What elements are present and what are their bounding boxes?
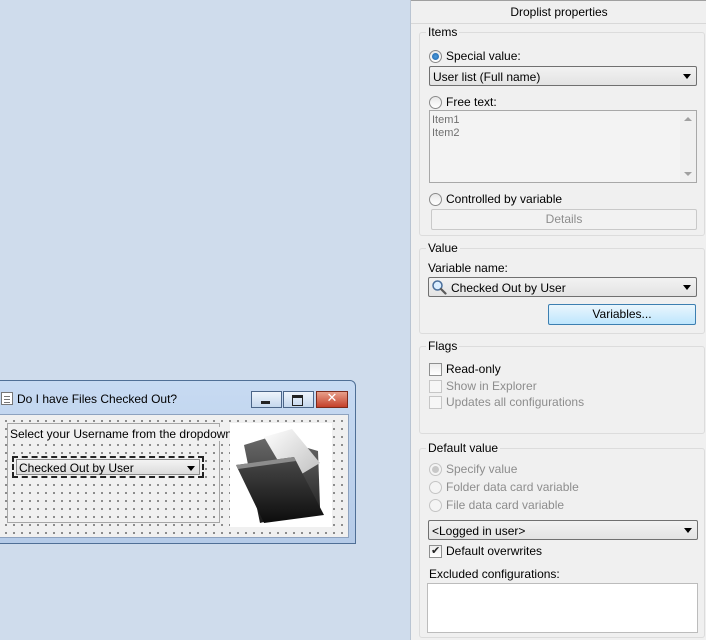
value-group-legend: Value xyxy=(426,241,460,255)
chevron-down-icon xyxy=(683,285,691,290)
updates-all-label[interactable]: Updates all configurations xyxy=(446,395,584,409)
items-group-legend: Items xyxy=(426,25,460,39)
dialog-preview-window: Do I have Files Checked Out? ✕ Select yo… xyxy=(0,380,356,544)
free-text-line-2: Item2 xyxy=(432,127,460,139)
special-value-radio[interactable] xyxy=(429,50,442,63)
panel-title: Droplist properties xyxy=(411,0,706,24)
special-value-dropdown[interactable]: User list (Full name) xyxy=(429,66,697,86)
excluded-configurations-list[interactable] xyxy=(427,583,698,633)
updates-all-checkbox[interactable] xyxy=(429,396,442,409)
controlled-by-variable-radio[interactable] xyxy=(429,193,442,206)
default-overwrites-label[interactable]: Default overwrites xyxy=(446,544,542,558)
items-group: Items Special value: User list (Full nam… xyxy=(419,25,705,236)
free-text-line-1: Item1 xyxy=(432,114,460,126)
special-value-selected: User list (Full name) xyxy=(433,70,541,84)
designer-droplist-box: Checked Out by User xyxy=(16,459,200,475)
maximize-button[interactable] xyxy=(283,391,314,408)
minimize-button[interactable] xyxy=(251,391,282,408)
variable-name-label: Variable name: xyxy=(428,261,508,275)
magnifier-icon xyxy=(432,280,447,295)
properties-panel: Droplist properties Items Special value:… xyxy=(410,0,706,640)
show-in-explorer-checkbox[interactable] xyxy=(429,380,442,393)
folder-variable-label[interactable]: Folder data card variable xyxy=(446,480,579,494)
special-value-label[interactable]: Special value: xyxy=(446,49,521,63)
controlled-by-variable-label[interactable]: Controlled by variable xyxy=(446,192,562,206)
file-variable-radio[interactable] xyxy=(429,499,442,512)
dialog-design-surface[interactable]: Select your Username from the dropdown: … xyxy=(0,414,349,538)
default-value-group: Default value Specify value Folder data … xyxy=(419,441,705,638)
free-text-label[interactable]: Free text: xyxy=(446,95,497,109)
variable-name-selected: Checked Out by User xyxy=(451,281,566,295)
flags-group-legend: Flags xyxy=(426,339,460,353)
folder-icon xyxy=(236,429,324,523)
folder-image[interactable] xyxy=(230,423,332,527)
dialog-title: Do I have Files Checked Out? xyxy=(17,392,178,406)
value-group: Value Variable name: Checked Out by User… xyxy=(419,241,705,334)
variable-name-dropdown[interactable]: Checked Out by User xyxy=(428,277,697,297)
free-text-radio[interactable] xyxy=(429,96,442,109)
free-text-scrollbar[interactable] xyxy=(680,111,696,182)
close-icon: ✕ xyxy=(326,391,338,406)
chevron-down-icon xyxy=(187,466,195,471)
flags-group: Flags Read-only Show in Explorer Updates… xyxy=(419,339,705,434)
specify-value-radio[interactable] xyxy=(429,463,442,476)
specify-value-label[interactable]: Specify value xyxy=(446,462,517,476)
read-only-label[interactable]: Read-only xyxy=(446,362,501,376)
designer-prompt-label[interactable]: Select your Username from the dropdown: xyxy=(8,427,238,441)
variables-button[interactable]: Variables... xyxy=(548,304,696,325)
close-button[interactable]: ✕ xyxy=(316,391,348,408)
app-icon xyxy=(1,392,13,405)
free-text-area[interactable]: Item1 Item2 xyxy=(429,110,697,183)
default-value-dropdown[interactable]: <Logged in user> xyxy=(428,520,698,540)
folder-variable-radio[interactable] xyxy=(429,481,442,494)
chevron-down-icon xyxy=(683,74,691,79)
default-overwrites-checkbox[interactable] xyxy=(429,544,442,558)
read-only-checkbox[interactable] xyxy=(429,363,442,376)
chevron-down-icon xyxy=(684,528,692,533)
file-variable-label[interactable]: File data card variable xyxy=(446,498,564,512)
scroll-up-icon[interactable] xyxy=(684,117,692,121)
default-value-legend: Default value xyxy=(426,441,501,455)
default-value-selected: <Logged in user> xyxy=(432,524,526,538)
designer-selected-droplist[interactable]: Checked Out by User xyxy=(12,456,204,478)
scroll-down-icon[interactable] xyxy=(684,172,692,176)
excluded-configurations-label: Excluded configurations: xyxy=(429,567,560,581)
show-in-explorer-label[interactable]: Show in Explorer xyxy=(446,379,537,393)
designer-droplist-value: Checked Out by User xyxy=(19,461,134,475)
details-button[interactable]: Details xyxy=(431,209,697,230)
